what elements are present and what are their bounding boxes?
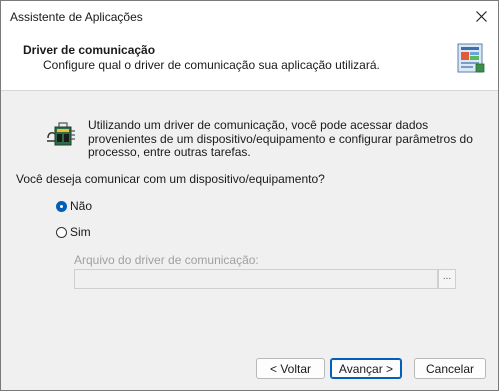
- page-subtitle: Configure qual o driver de comunicação s…: [43, 58, 380, 72]
- radio-option-label[interactable]: Sim: [70, 225, 91, 239]
- communication-question: Você deseja comunicar com um dispositivo…: [16, 172, 325, 186]
- close-icon: [475, 11, 487, 22]
- cancel-button[interactable]: Cancelar: [414, 358, 486, 379]
- window-title: Assistente de Aplicações: [10, 10, 143, 24]
- title-bar: Assistente de Aplicações: [1, 1, 498, 32]
- radio-option-nao[interactable]: Não: [56, 199, 92, 213]
- radio-unselected-indicator[interactable]: [56, 226, 67, 238]
- communication-driver-icon: [47, 122, 75, 146]
- wizard-header: Driver de comunicação Configure qual o d…: [1, 32, 498, 91]
- driver-file-label: Arquivo do driver de comunicação:: [74, 253, 259, 267]
- next-button[interactable]: Avançar >: [330, 358, 402, 379]
- wizard-document-icon: [457, 43, 485, 73]
- browse-button[interactable]: ...: [438, 269, 456, 289]
- radio-selected-indicator[interactable]: [56, 200, 67, 212]
- wizard-window: Assistente de Aplicações Driver de comun…: [0, 0, 499, 391]
- driver-file-input[interactable]: [74, 269, 438, 289]
- close-button[interactable]: [464, 1, 498, 32]
- radio-option-sim[interactable]: Sim: [56, 225, 91, 239]
- page-title: Driver de comunicação: [23, 43, 156, 57]
- info-description: Utilizando um driver de comunicação, voc…: [88, 118, 473, 159]
- back-button[interactable]: < Voltar: [256, 358, 325, 379]
- radio-option-label[interactable]: Não: [70, 199, 92, 213]
